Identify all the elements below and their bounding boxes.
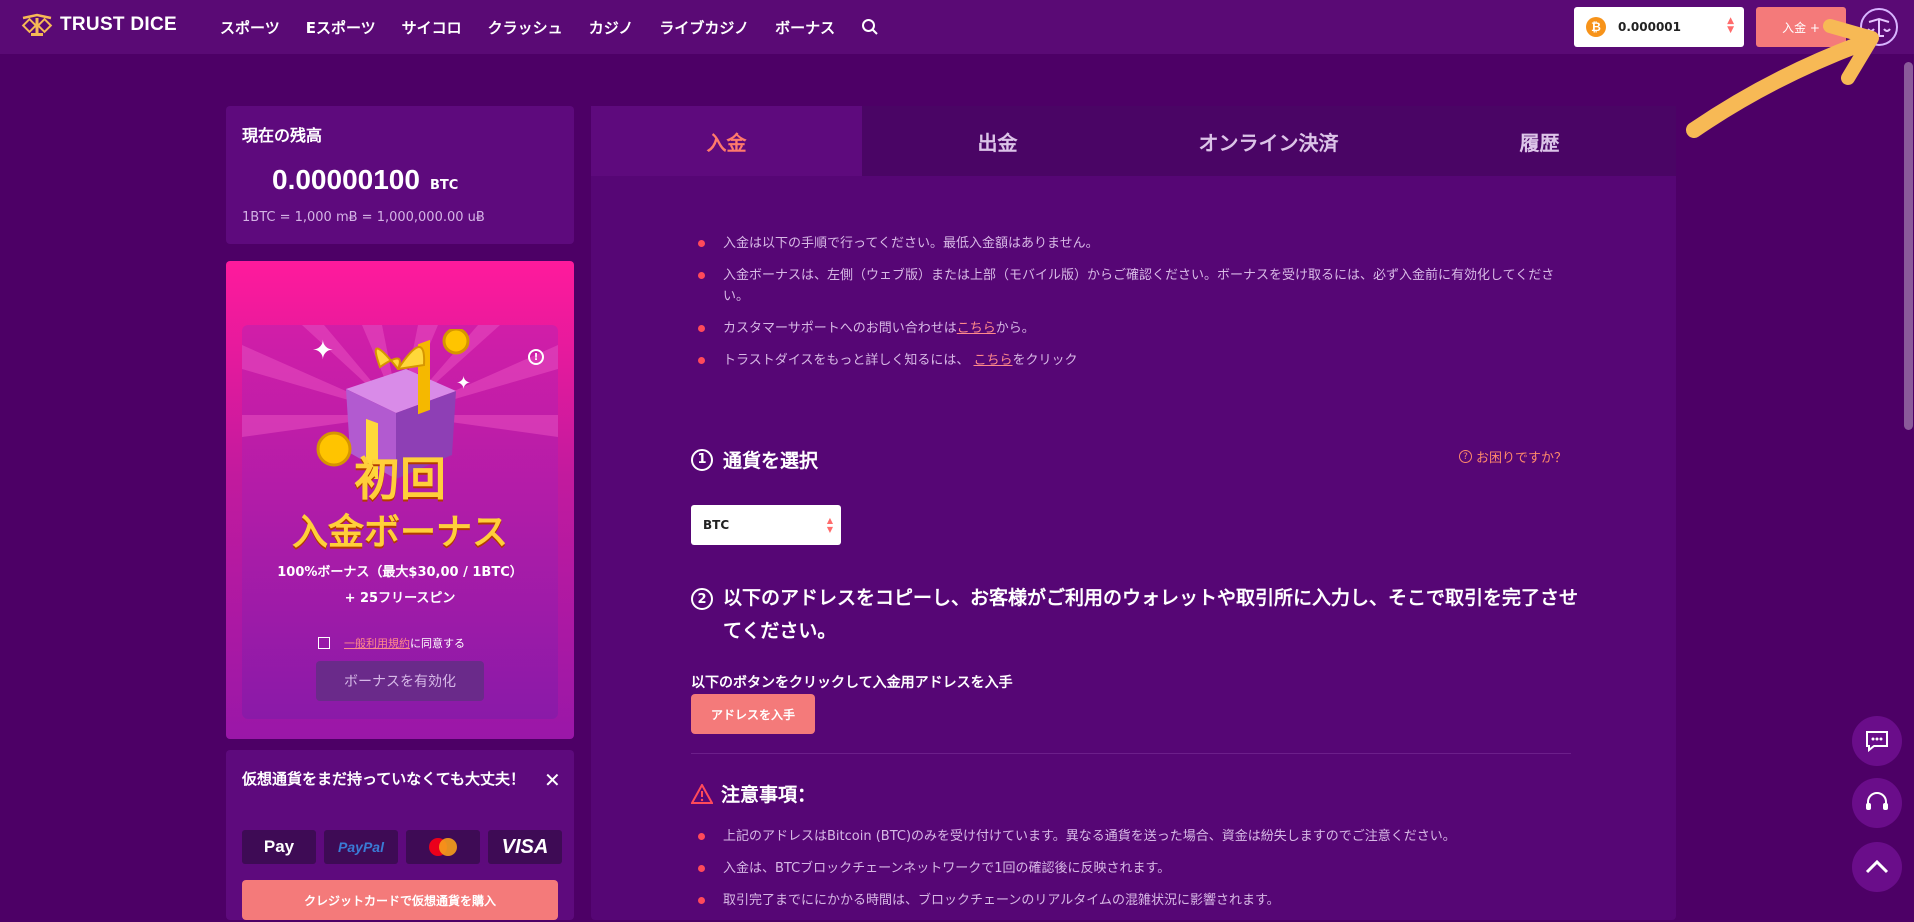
visa-logo: VISA <box>488 830 562 864</box>
info-icon[interactable]: ! <box>528 349 544 365</box>
caution-notes: 上記のアドレスはBitcoin (BTC)のみを受け付けています。異なる通貨を送… <box>691 826 1576 922</box>
balance-card: 現在の残高 0.00000100 BTC 1BTC = 1,000 mɃ = 1… <box>226 106 574 244</box>
bonus-free-spins: + 25フリースピン <box>344 591 456 606</box>
question-icon: ? <box>1459 450 1472 463</box>
terms-checkbox[interactable] <box>318 637 330 649</box>
bonus-title-deposit-bonus: 入金ボーナス <box>291 512 508 553</box>
get-address-button[interactable]: アドレスを入手 <box>691 694 815 734</box>
bonus-panel: ✦ ✦ ! 初回 入金ボーナス 100%ボーナス（最大$30,00 / 1BTC… <box>242 325 558 719</box>
svg-text:✦: ✦ <box>312 336 334 366</box>
balance-amount: 0.00000100 <box>272 164 420 195</box>
address-instruction: 以下のボタンをクリックして入金用アドレスを入手 <box>691 675 1013 691</box>
nav-bonus[interactable]: ボーナス <box>775 17 835 38</box>
warning-icon <box>691 783 713 804</box>
terms-agreement: 一般利用規約 に同意する <box>318 635 465 651</box>
balance-conversion: 1BTC = 1,000 mɃ = 1,000,000.00 uɃ <box>242 210 485 225</box>
list-item: 入金は以下の手順で行ってください。最低入金額はありません。 <box>691 233 1576 254</box>
balance-unit: BTC <box>429 178 459 193</box>
paypal-logo: PayPal <box>324 830 398 864</box>
caution-heading: 注意事項： <box>691 780 816 807</box>
list-item: カスタマーサポートへのお問い合わせはこちらから。 <box>691 318 1576 339</box>
bonus-title-first: 初回 <box>354 452 446 506</box>
terms-link[interactable]: 一般利用規約 <box>344 635 410 651</box>
buy-crypto-with-card-button[interactable]: クレジットカードで仮想通貨を購入 <box>242 880 558 920</box>
chat-icon <box>1866 731 1888 753</box>
currency-select[interactable]: BTC ▲ ▼ <box>691 505 841 545</box>
nav-casino[interactable]: カジノ <box>589 17 634 38</box>
bitcoin-icon: ₿ <box>1586 17 1606 37</box>
terms-suffix: に同意する <box>410 637 465 650</box>
deposit-instructions: 入金は以下の手順で行ってください。最低入金額はありません。 入金ボーナスは、左側… <box>691 233 1576 371</box>
first-deposit-bonus-card: ✦ ✦ ! 初回 入金ボーナス 100%ボーナス（最大$30,00 / 1BTC… <box>226 261 574 739</box>
bonus-description: 100%ボーナス（最大$30,00 / 1BTC） <box>277 565 523 580</box>
nav-crash[interactable]: クラッシュ <box>488 17 563 38</box>
support-button[interactable] <box>1852 778 1902 828</box>
cashier-panel: 入金 出金 オンライン決済 履歴 入金は以下の手順で行ってください。最低入金額は… <box>591 106 1676 920</box>
crypto-banner-title: 仮想通貨をまだ持っていなくても大丈夫！ <box>242 770 526 788</box>
list-item: トラストダイスをもっと詳しく知るには、 こちらをクリック <box>691 350 1576 371</box>
tab-online-payment[interactable]: オンライン決済 <box>1133 106 1404 176</box>
apple-pay-logo: Pay <box>242 830 316 864</box>
svg-text:✦: ✦ <box>456 373 471 394</box>
brand-name: TRUST DICE <box>60 14 177 35</box>
close-icon[interactable]: ✕ <box>544 768 561 792</box>
nav-esports[interactable]: Eスポーツ <box>306 17 376 38</box>
top-navbar: TRUST DICE スポーツ Eスポーツ サイコロ クラッシュ カジノ ライブ… <box>0 0 1914 54</box>
nav-dice[interactable]: サイコロ <box>402 17 462 38</box>
help-link[interactable]: ? お困りですか？ <box>1459 447 1567 466</box>
step1-title: 通貨を選択 <box>723 450 819 472</box>
balance-title: 現在の残高 <box>242 126 323 145</box>
tab-history[interactable]: 履歴 <box>1404 106 1675 176</box>
divider <box>691 753 1571 754</box>
sort-caret-icon: ▲ ▼ <box>826 516 833 534</box>
headset-icon <box>1866 792 1888 810</box>
tab-deposit[interactable]: 入金 <box>591 106 862 176</box>
step-number: 1 <box>691 448 713 471</box>
chat-button[interactable] <box>1852 716 1902 766</box>
tab-withdraw[interactable]: 出金 <box>862 106 1133 176</box>
currency-selected: BTC <box>703 518 730 532</box>
list-item: 取引完了までににかかる時間は、ブロックチェーンのリアルタイムの混雑状況に影響され… <box>691 890 1576 911</box>
main-nav: スポーツ Eスポーツ サイコロ クラッシュ カジノ ライブカジノ ボーナス <box>220 0 879 54</box>
annotation-arrow-icon <box>1686 19 1879 138</box>
chevron-up-icon <box>1865 859 1889 874</box>
list-item: 上記のアドレスはBitcoin (BTC)のみを受け付けています。異なる通貨を送… <box>691 826 1576 847</box>
brand-logo[interactable]: TRUST DICE <box>20 12 177 38</box>
learn-more-link[interactable]: こちら <box>974 353 1013 368</box>
nav-live-casino[interactable]: ライブカジノ <box>659 17 749 38</box>
step-select-currency: 1 通貨を選択 <box>691 446 818 473</box>
activate-bonus-button[interactable]: ボーナスを有効化 <box>316 661 484 701</box>
deposit-content: 入金は以下の手順で行ってください。最低入金額はありません。 入金ボーナスは、左側… <box>691 176 1578 908</box>
cashier-tabs: 入金 出金 オンライン決済 履歴 <box>591 106 1676 176</box>
search-icon[interactable] <box>861 18 879 36</box>
dice-logo-icon <box>21 13 53 36</box>
nav-sports[interactable]: スポーツ <box>220 17 280 38</box>
mastercard-logo <box>406 830 480 864</box>
step-number: 2 <box>691 588 713 610</box>
payment-methods: Pay PayPal VISA <box>242 830 562 864</box>
mastercard-icon <box>429 838 457 856</box>
buy-crypto-banner: 仮想通貨をまだ持っていなくても大丈夫！ ✕ Pay PayPal VISA クレ… <box>226 750 574 920</box>
step2-title: 以下のアドレスをコピーし、お客様がご利用のウォレットや取引所に入力し、そこで取引… <box>723 587 1579 642</box>
step-copy-address: 2 以下のアドレスをコピーし、お客様がご利用のウォレットや取引所に入力し、そこで… <box>691 582 1593 648</box>
support-link[interactable]: こちら <box>957 321 996 336</box>
scroll-top-button[interactable] <box>1852 842 1902 892</box>
list-item: 入金は、BTCブロックチェーンネットワークで1回の確認後に反映されます。 <box>691 858 1576 879</box>
list-item: 入金ボーナスは、左側（ウェブ版）または上部（モバイル版）からご確認ください。ボー… <box>691 265 1576 307</box>
